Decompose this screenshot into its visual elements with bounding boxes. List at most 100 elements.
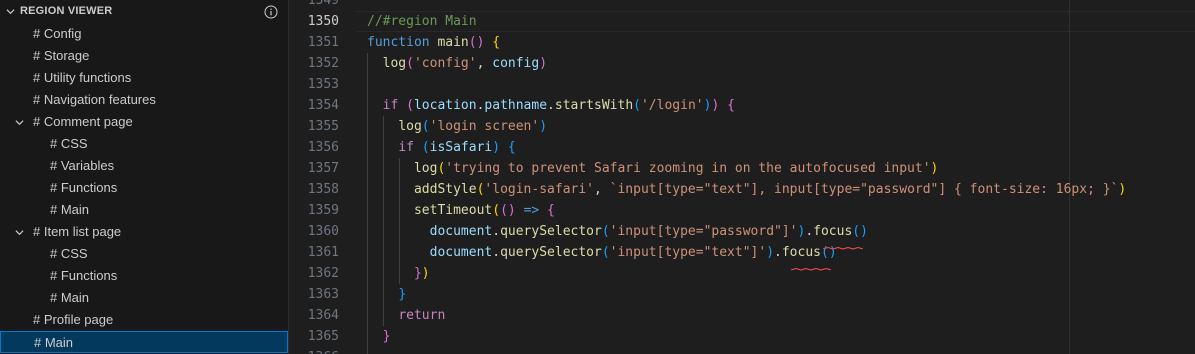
code-line[interactable]: } <box>367 326 391 347</box>
region-item[interactable]: # Functions <box>0 177 288 199</box>
code-token: '/login' <box>640 98 704 113</box>
region-item[interactable]: # Comment page <box>0 111 288 133</box>
region-item-label: # Comment page <box>33 114 133 129</box>
code-token: `input[type="text"], input[type="passwor… <box>609 182 1119 197</box>
code-token: { <box>507 140 516 155</box>
code-token: log <box>398 119 422 134</box>
code-line[interactable]: } <box>367 284 406 305</box>
code-token: isSafari <box>429 140 493 155</box>
code-token: , <box>594 182 610 197</box>
code-line[interactable]: log('trying to prevent Safari zooming in… <box>367 158 938 179</box>
code-token: () <box>500 203 516 218</box>
code-token: config <box>492 56 540 71</box>
code-editor[interactable]: 1349 1350 1351 1352 1353 1354 1355 1356 1357 1358… <box>289 0 1195 354</box>
line-number: 1355 <box>307 119 339 134</box>
code-token: 'config' <box>413 56 477 71</box>
code-token: ) <box>1118 182 1127 197</box>
code-line[interactable]: document.querySelector('input[type="pass… <box>367 221 868 242</box>
editor-ruler <box>1069 0 1070 354</box>
chevron-down-icon[interactable] <box>15 228 24 237</box>
code-token: querySelector <box>500 224 602 239</box>
line-number: 1353 <box>307 77 339 92</box>
region-item[interactable]: # CSS <box>0 133 288 155</box>
code-line[interactable]: if (location.pathname.startsWith('/login… <box>367 95 735 116</box>
chevron-down-icon[interactable] <box>6 7 15 16</box>
code-line[interactable]: setTimeout(() => { <box>367 200 555 221</box>
region-item[interactable]: # CSS <box>0 243 288 265</box>
code-token: { <box>547 203 555 218</box>
code-token: . <box>547 98 555 113</box>
code-line[interactable]: //#region Main <box>367 11 477 32</box>
region-item[interactable]: # Main <box>0 199 288 221</box>
code-token: //#region Main <box>367 14 477 29</box>
code-token: . <box>805 224 814 239</box>
code-token: ) <box>539 119 548 134</box>
line-number: 1352 <box>307 56 339 71</box>
line-number: 1360 <box>307 224 339 239</box>
code-line[interactable]: document.querySelector('input[type="text… <box>367 242 837 263</box>
line-number: 1361 <box>307 245 339 260</box>
region-item[interactable]: # Item list page <box>0 221 288 243</box>
code-token: ( <box>633 98 641 113</box>
code-token: log <box>413 161 438 176</box>
chevron-down-icon[interactable] <box>15 118 24 127</box>
code-token: function <box>367 35 430 50</box>
region-item[interactable]: # Functions <box>0 265 288 287</box>
code-token: setTimeout <box>413 203 493 218</box>
region-item-label: # Functions <box>50 268 118 283</box>
code-line[interactable]: log('config', config) <box>367 53 547 74</box>
code-line[interactable]: function main() { <box>367 32 500 53</box>
region-viewer-header[interactable]: REGION VIEWER <box>0 0 288 24</box>
info-icon[interactable] <box>264 5 278 19</box>
region-viewer-panel: REGION VIEWER # Config # Storage # Utility… <box>0 0 288 354</box>
code-token: . <box>492 224 501 239</box>
code-token: ( <box>406 98 414 113</box>
indent-guide <box>383 116 384 326</box>
region-item[interactable]: # Main <box>0 287 288 309</box>
region-item[interactable]: # Config <box>0 23 288 45</box>
region-item[interactable]: # Storage <box>0 45 288 67</box>
region-item[interactable]: # Profile page <box>0 309 288 331</box>
code-line[interactable]: addStyle('login-safari', `input[type="te… <box>367 179 1126 200</box>
region-item-label: # Config <box>33 26 82 41</box>
indent-guide <box>399 158 400 284</box>
code-token: location <box>413 98 477 113</box>
code-line[interactable]: if (isSafari) { <box>367 137 516 158</box>
region-item-label: # Profile page <box>33 312 114 327</box>
error-squiggle <box>822 239 864 250</box>
region-item[interactable]: # Utility functions <box>0 67 288 89</box>
code-token: { <box>727 98 735 113</box>
code-token: log <box>382 56 407 71</box>
region-item-label: # Navigation features <box>33 92 156 107</box>
code-token: document <box>429 224 493 239</box>
indent-guide <box>367 53 368 354</box>
line-number: 1363 <box>307 287 339 302</box>
code-token: main <box>437 35 469 50</box>
region-viewer-title: REGION VIEWER <box>20 5 113 17</box>
code-token: 'login screen' <box>429 119 540 134</box>
line-number: 1359 <box>307 203 339 218</box>
line-number: 1364 <box>307 308 339 323</box>
code-token: } <box>382 329 391 344</box>
code-token: () <box>852 224 868 239</box>
region-item[interactable]: # Variables <box>0 155 288 177</box>
code-token: } <box>398 287 407 302</box>
code-token: 'login-safari' <box>484 182 594 197</box>
code-token: ) <box>492 140 501 155</box>
code-token: ) <box>539 56 548 71</box>
region-item[interactable]: # Navigation features <box>0 89 288 111</box>
region-item[interactable]: # Main <box>0 331 288 353</box>
line-number: 1354 <box>307 98 339 113</box>
code-line[interactable]: return <box>367 305 445 326</box>
code-token: ( <box>421 140 430 155</box>
line-number: 1366 <box>289 347 339 354</box>
line-number: 1351 <box>307 35 339 50</box>
code-line[interactable]: log('login screen') <box>367 116 547 137</box>
code-token: document <box>429 245 493 260</box>
